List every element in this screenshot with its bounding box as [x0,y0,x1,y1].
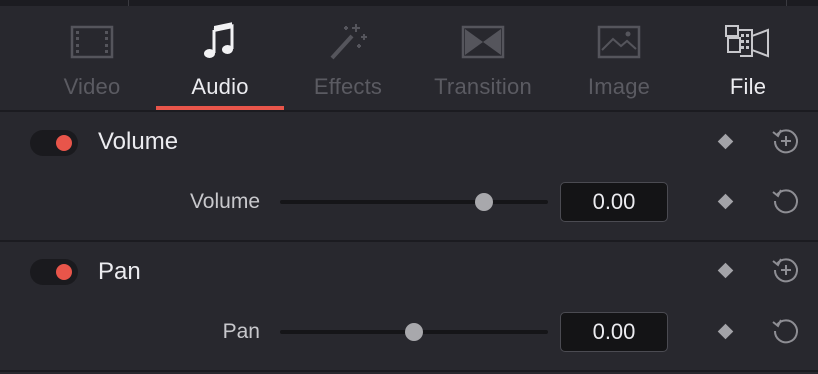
tab-audio-label: Audio [191,74,249,99]
reset-all-icon [772,258,798,283]
volume-section: Volume Volume 0.00 [0,112,818,240]
film-camera-icon [724,22,772,62]
pan-enable-toggle[interactable] [30,259,78,285]
tab-image[interactable]: Image [554,6,684,110]
toggle-knob [56,264,72,280]
magic-wand-icon [324,22,372,62]
pan-param-label: Pan [222,320,260,343]
reset-icon [772,319,798,344]
volume-enable-toggle[interactable] [30,130,78,156]
tab-file-label: File [729,74,767,99]
tab-effects[interactable]: Effects [284,6,412,110]
pan-section-reset-button[interactable] [771,255,801,285]
tab-image-label: Image [587,74,651,99]
toggle-knob [56,135,72,151]
tab-transition[interactable]: Transition [412,6,554,110]
image-icon [595,22,643,62]
tab-video[interactable]: Video [28,6,156,110]
inspector-tab-bar: Video Audio Effects Transition Image Fil… [0,6,818,110]
pan-section-keyframe-button[interactable] [717,262,734,279]
slider-track [280,200,548,204]
film-frame-icon [68,22,116,62]
music-note-icon [196,22,244,62]
volume-keyframe-button[interactable] [717,193,734,210]
reset-all-icon [772,129,798,154]
volume-param-label: Volume [189,190,260,213]
diamond-icon [717,262,734,279]
diamond-icon [717,323,734,340]
slider-thumb[interactable] [474,193,493,211]
diamond-icon [717,133,734,150]
tab-effects-label: Effects [313,74,383,99]
volume-section-title: Volume [98,128,179,155]
tab-video-label: Video [63,74,121,99]
reset-icon [772,189,798,214]
section-divider [0,370,818,372]
volume-section-keyframe-button[interactable] [717,133,734,150]
transition-icon [459,22,507,62]
volume-value-field[interactable]: 0.00 [560,182,668,222]
volume-slider[interactable] [280,191,548,213]
tab-transition-label: Transition [434,74,532,99]
volume-section-reset-button[interactable] [771,126,801,156]
pan-section: Pan Pan 0.00 [0,242,818,370]
tab-file[interactable]: File [684,6,812,110]
tab-audio[interactable]: Audio [156,6,284,110]
volume-reset-button[interactable] [771,186,801,216]
slider-thumb[interactable] [405,323,423,341]
pan-value-field[interactable]: 0.00 [560,312,668,352]
pan-section-title: Pan [98,258,141,285]
diamond-icon [717,193,734,210]
pan-slider[interactable] [280,321,548,343]
pan-reset-button[interactable] [771,316,801,346]
pan-keyframe-button[interactable] [717,323,734,340]
